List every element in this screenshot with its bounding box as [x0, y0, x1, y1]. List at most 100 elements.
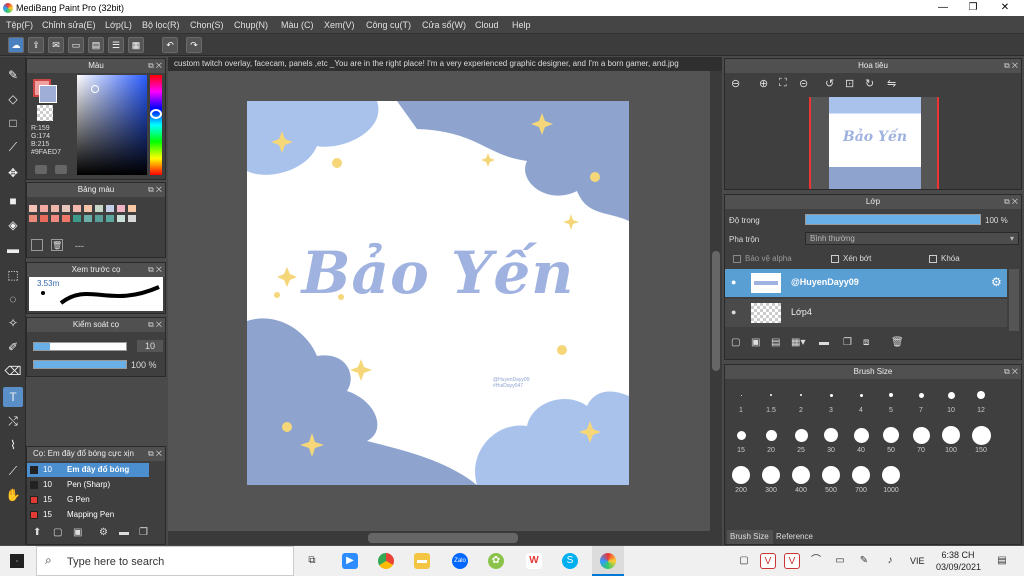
brush-size-option[interactable]: 20: [757, 421, 785, 454]
brush-size-option[interactable]: 1.5: [757, 381, 785, 414]
tab-brush-size[interactable]: Brush Size: [727, 530, 773, 544]
menu-view[interactable]: Xem(V): [324, 20, 355, 30]
tab-reference[interactable]: Reference: [773, 530, 819, 544]
magic-wand-tool-icon[interactable]: ✧: [3, 313, 23, 333]
brush-size-slider[interactable]: [33, 342, 127, 351]
palette-swatch[interactable]: [73, 215, 81, 222]
rotate-right-icon[interactable]: ↻: [865, 77, 874, 90]
list-icon[interactable]: ☰: [108, 37, 124, 53]
brush-opacity-slider[interactable]: [33, 360, 127, 369]
brush-size-option[interactable]: 500: [817, 461, 845, 494]
panel-close-icon[interactable]: ⧉ ✕: [148, 263, 162, 277]
color-wheel-icon[interactable]: [55, 165, 67, 174]
merge-layer-icon[interactable]: ⧈: [863, 337, 869, 348]
palette-swatch[interactable]: [95, 215, 103, 222]
palette-swatch[interactable]: [51, 215, 59, 222]
panel-close-icon[interactable]: ⧉ ✕: [148, 318, 162, 332]
wps-icon[interactable]: W: [526, 553, 542, 569]
palette-swatch[interactable]: [40, 215, 48, 222]
brush-size-option[interactable]: 150: [967, 421, 995, 454]
brush-size-option[interactable]: 12: [967, 381, 995, 414]
brush-size-option[interactable]: 5: [877, 381, 905, 414]
close-button[interactable]: ✕: [990, 0, 1020, 16]
menu-help[interactable]: Help: [512, 20, 531, 30]
tray-v-icon[interactable]: V: [760, 553, 776, 569]
layer-opacity-slider[interactable]: [805, 214, 981, 225]
layer-row[interactable]: ● Lớp4: [725, 299, 1007, 327]
hue-slider-handle[interactable]: [150, 109, 162, 119]
palette-swatch[interactable]: [62, 205, 70, 212]
brush-size-option[interactable]: 2: [787, 381, 815, 414]
brush-size-option[interactable]: 3: [817, 381, 845, 414]
menu-window[interactable]: Cửa sổ(W): [422, 20, 466, 30]
visibility-eye-icon[interactable]: ●: [731, 307, 736, 317]
move-tool-icon[interactable]: ✥: [3, 163, 23, 183]
redo-icon[interactable]: ↷: [186, 37, 202, 53]
menu-color[interactable]: Màu (C): [281, 20, 314, 30]
menu-cloud[interactable]: Cloud: [475, 20, 499, 30]
grid-icon[interactable]: ▦: [128, 37, 144, 53]
shape-tool-icon[interactable]: □: [3, 113, 23, 133]
add-brush-icon[interactable]: ⬆: [33, 527, 41, 538]
palette-swatch[interactable]: [128, 215, 136, 222]
brush-size-option[interactable]: 40: [847, 421, 875, 454]
chrome-icon[interactable]: [378, 553, 394, 569]
brush-item[interactable]: 10 Pen (Sharp): [27, 478, 149, 492]
brush-tool-icon[interactable]: ✎: [3, 65, 23, 85]
background-color-swatch[interactable]: [39, 85, 57, 103]
duplicate-icon[interactable]: ❐: [139, 527, 148, 538]
tray-icon[interactable]: ▢: [736, 553, 752, 569]
eraser-tool-icon[interactable]: ◇: [3, 89, 23, 109]
brush-settings-icon[interactable]: ⚙: [99, 527, 108, 538]
new-layer-1bit-icon[interactable]: ▤: [771, 337, 780, 348]
palette-swatch[interactable]: [29, 215, 37, 222]
palette-swatch[interactable]: [84, 215, 92, 222]
visibility-eye-icon[interactable]: ●: [731, 277, 736, 287]
green-app-icon[interactable]: ✿: [488, 553, 504, 569]
brush-size-option[interactable]: 15: [727, 421, 755, 454]
brush-size-option[interactable]: 7: [907, 381, 935, 414]
document-icon[interactable]: ▤: [88, 37, 104, 53]
menu-filter[interactable]: Bộ lọc(R): [142, 20, 180, 30]
tray-wifi-icon[interactable]: ⌒: [808, 553, 824, 569]
menu-tools[interactable]: Công cụ(T): [366, 20, 411, 30]
windows-start-icon[interactable]: [10, 554, 24, 568]
new-palette-icon[interactable]: [31, 239, 43, 251]
navigator-viewport[interactable]: Bảo Yến: [809, 97, 939, 189]
palette-swatch[interactable]: [51, 205, 59, 212]
clock[interactable]: 6:38 CH 03/09/2021: [936, 549, 981, 573]
menu-edit[interactable]: Chỉnh sửa(E): [42, 20, 96, 30]
panel-close-icon[interactable]: ⧉ ✕: [148, 447, 162, 461]
brush-size-option[interactable]: 700: [847, 461, 875, 494]
folder-icon[interactable]: ▬: [819, 337, 829, 348]
blend-mode-select[interactable]: Bình thường ▾: [805, 232, 1019, 245]
brush-menu-icon[interactable]: ▣: [73, 527, 82, 538]
vertical-scrollbar[interactable]: [710, 71, 722, 531]
palette-swatch[interactable]: [73, 205, 81, 212]
brush-size-value[interactable]: 10: [137, 340, 163, 352]
palette-swatch[interactable]: [106, 215, 114, 222]
scrollbar-thumb[interactable]: [368, 533, 518, 543]
layer-scrollbar[interactable]: [1009, 269, 1019, 331]
brush-size-option[interactable]: 1: [727, 381, 755, 414]
panel-close-icon[interactable]: ⧉ ✕: [1004, 59, 1018, 73]
menu-file[interactable]: Tệp(F): [6, 20, 33, 30]
pen-icon[interactable]: ✎: [856, 553, 872, 569]
artwork-canvas[interactable]: Bảo Yến @HuyenDayy09 #HuiDayy047: [247, 101, 629, 485]
share-icon[interactable]: ⇪: [28, 37, 44, 53]
panel-close-icon[interactable]: ⧉ ✕: [1004, 195, 1018, 209]
palette-swatch[interactable]: [106, 205, 114, 212]
gradient-tool-icon[interactable]: ▬: [3, 239, 23, 259]
panel-close-icon[interactable]: ⧉ ✕: [148, 183, 162, 197]
transparent-swatch[interactable]: [37, 105, 53, 121]
palette-swatches[interactable]: [29, 199, 149, 235]
horizontal-scrollbar[interactable]: [168, 531, 722, 545]
volume-icon[interactable]: ♪: [882, 553, 898, 569]
lock-checkbox[interactable]: [929, 255, 937, 263]
brush-size-option[interactable]: 10: [937, 381, 965, 414]
brush-size-option[interactable]: 50: [877, 421, 905, 454]
dropper-tool-icon[interactable]: ⌇: [3, 435, 23, 455]
eyedropper-tool-icon[interactable]: ⟋: [3, 461, 23, 481]
search-box[interactable]: ⌕ Type here to search: [36, 546, 294, 576]
operation-tool-icon[interactable]: ⤭: [3, 411, 23, 431]
